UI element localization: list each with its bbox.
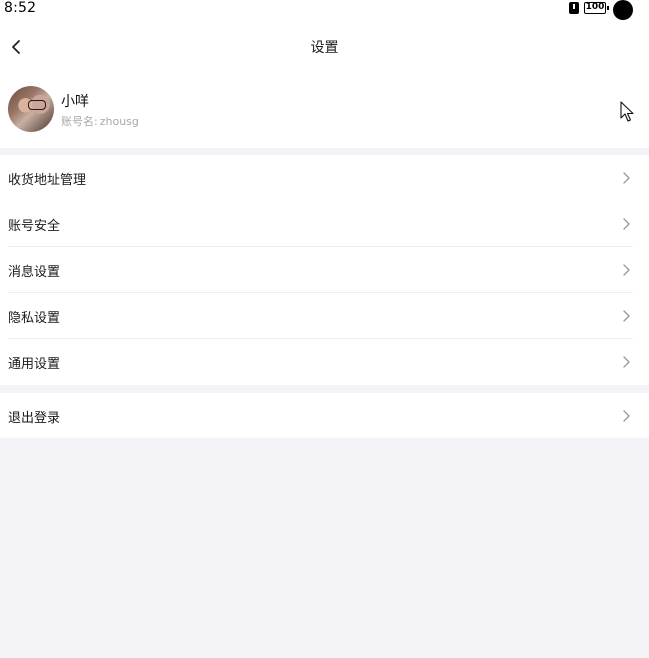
logout-group: 退出登录 xyxy=(0,393,649,438)
menu-item-label: 收货地址管理 xyxy=(8,173,87,188)
menu-item-label: 退出登录 xyxy=(8,411,61,426)
page-title: 设置 xyxy=(310,40,339,56)
chevron-right-icon xyxy=(623,172,630,184)
profile-card[interactable]: 小咩 账号名: zhousg xyxy=(0,72,649,148)
menu-item-message-settings[interactable]: 消息设置 xyxy=(0,247,649,293)
profile-account: 账号名: zhousg xyxy=(61,113,139,129)
mouse-cursor-icon xyxy=(620,101,634,122)
settings-menu-group: 收货地址管理 账号安全 消息设置 隐私设置 通用设置 xyxy=(0,155,649,385)
chevron-right-icon xyxy=(623,356,630,368)
menu-item-label: 隐私设置 xyxy=(8,311,61,326)
battery-icon: 100 xyxy=(584,2,609,14)
menu-item-label: 消息设置 xyxy=(8,265,61,280)
chevron-right-icon xyxy=(623,264,630,276)
menu-item-general-settings[interactable]: 通用设置 xyxy=(0,339,649,385)
camera-cutout-icon xyxy=(613,0,633,20)
profile-name: 小咩 xyxy=(61,94,89,110)
avatar[interactable] xyxy=(8,86,54,132)
status-bar: 8:52 100 xyxy=(0,0,649,22)
menu-item-address[interactable]: 收货地址管理 xyxy=(0,155,649,201)
account-value: zhousg xyxy=(99,115,139,128)
menu-item-account-security[interactable]: 账号安全 xyxy=(0,201,649,247)
settings-screen: 8:52 100 设置 小咩 账号名: zhousg 收货地址管理 账号安全 消… xyxy=(0,0,649,658)
menu-item-label: 通用设置 xyxy=(8,357,61,372)
status-time: 8:52 xyxy=(4,0,37,16)
nav-bar: 设置 xyxy=(0,22,649,72)
battery-saver-icon xyxy=(569,2,579,14)
chevron-right-icon xyxy=(623,310,630,322)
logout-button[interactable]: 退出登录 xyxy=(0,393,649,438)
menu-item-label: 账号安全 xyxy=(8,219,61,234)
menu-item-privacy-settings[interactable]: 隐私设置 xyxy=(0,293,649,339)
chevron-right-icon xyxy=(623,218,630,230)
account-label: 账号名: xyxy=(61,115,98,128)
chevron-right-icon xyxy=(623,410,630,422)
